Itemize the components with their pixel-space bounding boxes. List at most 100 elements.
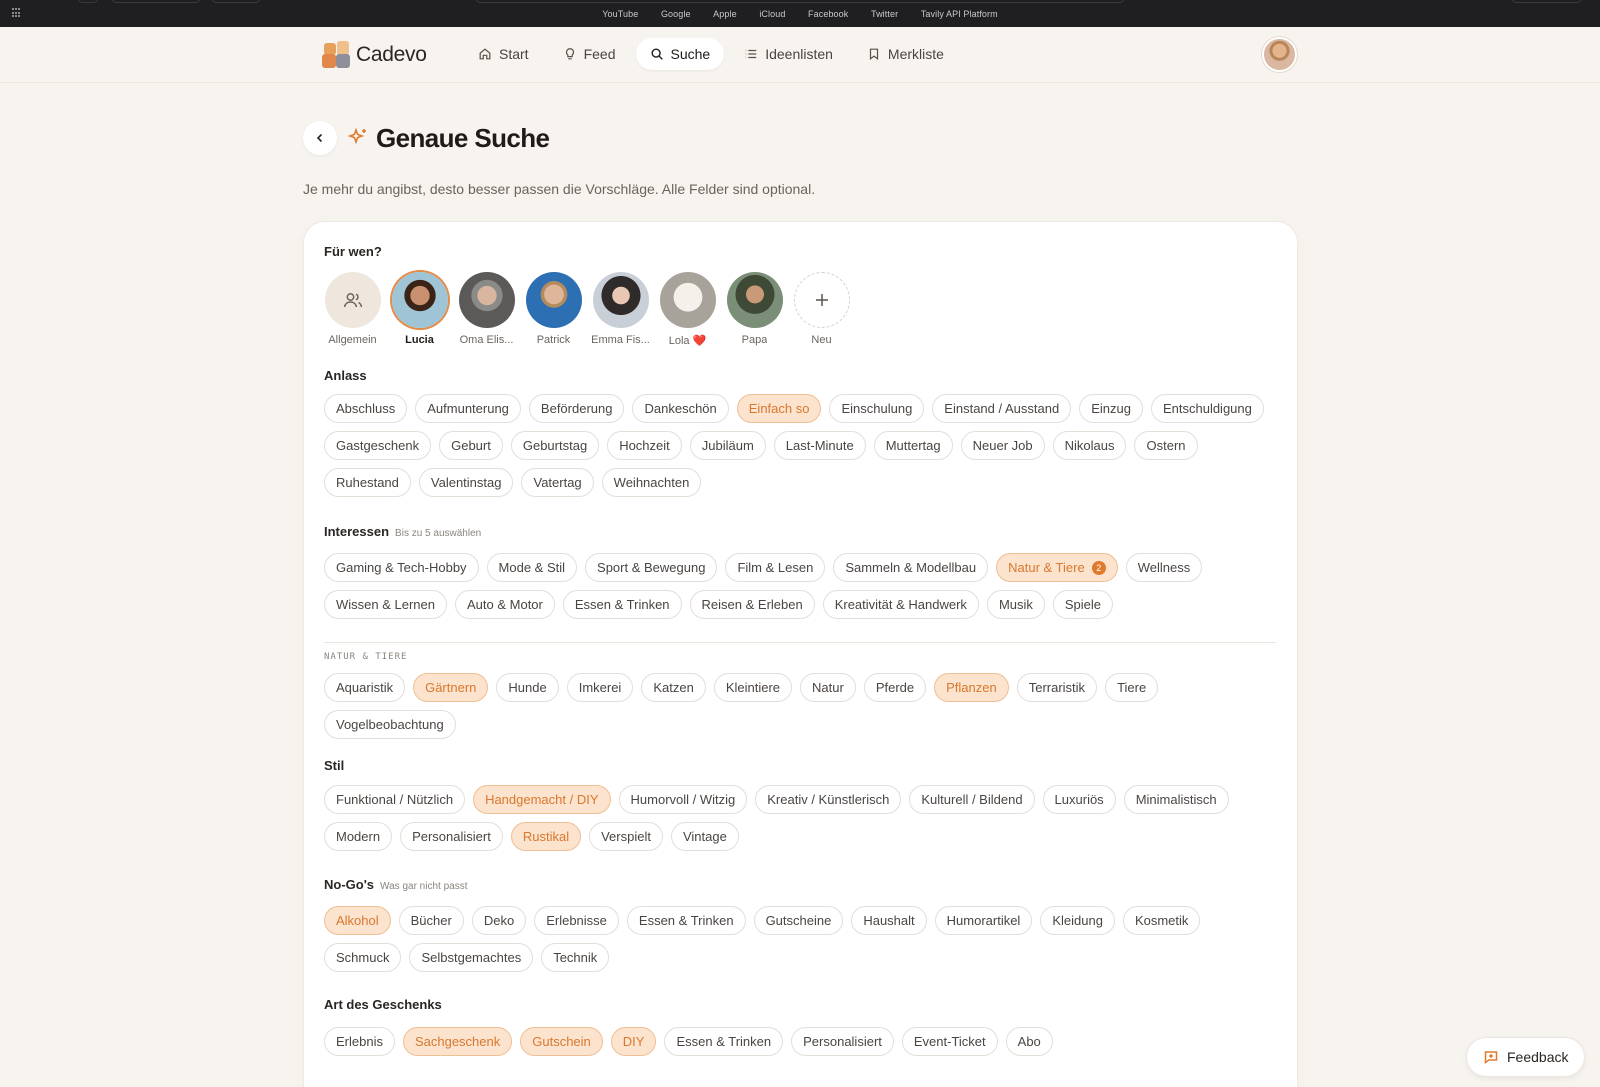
chip-pferde[interactable]: Pferde: [863, 673, 927, 702]
chip-humorartikel[interactable]: Humorartikel: [934, 906, 1033, 935]
recipient-add-new[interactable]: Neu: [793, 272, 850, 347]
chip-dankeschon[interactable]: Dankeschön: [632, 394, 729, 423]
chip-personalisiert[interactable]: Personalisiert: [400, 822, 503, 851]
user-avatar[interactable]: [1262, 37, 1297, 72]
bookmark-tavily[interactable]: Tavily API Platform: [921, 9, 998, 19]
recipient-lola[interactable]: Lola ❤️: [659, 272, 716, 347]
recipient-allgemein[interactable]: Allgemein: [324, 272, 381, 347]
chip-gartnern[interactable]: Gärtnern: [413, 673, 489, 702]
chip-kreativitat-handwerk[interactable]: Kreativität & Handwerk: [822, 590, 979, 619]
chip-einschulung[interactable]: Einschulung: [829, 394, 925, 423]
chip-beforderung[interactable]: Beförderung: [528, 394, 625, 423]
chip-musik[interactable]: Musik: [986, 590, 1045, 619]
chip-deko[interactable]: Deko: [471, 906, 527, 935]
chip-gaming-tech-hobby[interactable]: Gaming & Tech-Hobby: [324, 553, 479, 582]
chip-ostern[interactable]: Ostern: [1134, 431, 1198, 460]
chip-ruhestand[interactable]: Ruhestand: [324, 468, 411, 497]
feedback-button[interactable]: Feedback: [1466, 1037, 1586, 1077]
chip-verspielt[interactable]: Verspielt: [589, 822, 663, 851]
bookmark-youtube[interactable]: YouTube: [602, 9, 638, 19]
chip-aufmunterung[interactable]: Aufmunterung: [415, 394, 521, 423]
recipient-lucia[interactable]: Lucia: [391, 272, 448, 347]
logo[interactable]: Cadevo: [322, 41, 427, 69]
chip-film-lesen[interactable]: Film & Lesen: [725, 553, 826, 582]
chip-natur[interactable]: Natur: [800, 673, 856, 702]
nav-feed[interactable]: Feed: [549, 38, 630, 70]
chip-humorvoll-witzig[interactable]: Humorvoll / Witzig: [618, 785, 748, 814]
chip-event-ticket[interactable]: Event-Ticket: [901, 1027, 998, 1056]
chip-wissen-lernen[interactable]: Wissen & Lernen: [324, 590, 447, 619]
chip-gutscheine[interactable]: Gutscheine: [753, 906, 844, 935]
chip-essen-trinken[interactable]: Essen & Trinken: [664, 1027, 784, 1056]
chip-technik[interactable]: Technik: [541, 943, 610, 972]
bookmark-google[interactable]: Google: [661, 9, 691, 19]
chip-abo[interactable]: Abo: [1005, 1027, 1053, 1056]
chip-wellness[interactable]: Wellness: [1125, 553, 1203, 582]
chip-geburtstag[interactable]: Geburtstag: [510, 431, 600, 460]
recipient-oma[interactable]: Oma Elis...: [458, 272, 515, 347]
chip-geburt[interactable]: Geburt: [439, 431, 503, 460]
chip-einzug[interactable]: Einzug: [1079, 394, 1143, 423]
chip-selbstgemachtes[interactable]: Selbstgemachtes: [409, 943, 534, 972]
chip-handgemacht-diy[interactable]: Handgemacht / DIY: [473, 785, 611, 814]
chip-jubilaum[interactable]: Jubiläum: [689, 431, 766, 460]
chip-natur-tiere[interactable]: Natur & Tiere 2: [996, 553, 1118, 582]
chip-abschluss[interactable]: Abschluss: [324, 394, 408, 423]
chip-vintage[interactable]: Vintage: [670, 822, 739, 851]
chip-schmuck[interactable]: Schmuck: [324, 943, 402, 972]
chip-haushalt[interactable]: Haushalt: [851, 906, 927, 935]
chip-erlebnisse[interactable]: Erlebnisse: [534, 906, 619, 935]
chip-einstand-ausstand[interactable]: Einstand / Ausstand: [932, 394, 1072, 423]
chip-pflanzen[interactable]: Pflanzen: [934, 673, 1009, 702]
chip-entschuldigung[interactable]: Entschuldigung: [1150, 394, 1264, 423]
chip-aquaristik[interactable]: Aquaristik: [324, 673, 406, 702]
bookmark-icloud[interactable]: iCloud: [759, 9, 785, 19]
chip-neuer-job[interactable]: Neuer Job: [960, 431, 1045, 460]
chip-rustikal[interactable]: Rustikal: [510, 822, 582, 851]
chip-minimalistisch[interactable]: Minimalistisch: [1123, 785, 1229, 814]
chip-auto-motor[interactable]: Auto & Motor: [455, 590, 555, 619]
chip-kleintiere[interactable]: Kleintiere: [713, 673, 793, 702]
chip-luxurios[interactable]: Luxuriös: [1042, 785, 1116, 814]
chip-funktional-nutzlich[interactable]: Funktional / Nützlich: [324, 785, 466, 814]
recipient-papa[interactable]: Papa: [726, 272, 783, 347]
bookmark-facebook[interactable]: Facebook: [808, 9, 848, 19]
chip-reisen-erleben[interactable]: Reisen & Erleben: [689, 590, 815, 619]
recipient-patrick[interactable]: Patrick: [525, 272, 582, 347]
chip-bucher[interactable]: Bücher: [398, 906, 464, 935]
bookmark-twitter[interactable]: Twitter: [871, 9, 898, 19]
chip-sammeln-modellbau[interactable]: Sammeln & Modellbau: [833, 553, 989, 582]
chip-tiere[interactable]: Tiere: [1105, 673, 1159, 702]
chip-hunde[interactable]: Hunde: [496, 673, 559, 702]
nav-ideenlisten[interactable]: Ideenlisten: [730, 38, 847, 70]
chip-personalisiert[interactable]: Personalisiert: [791, 1027, 894, 1056]
chip-spiele[interactable]: Spiele: [1052, 590, 1114, 619]
chip-sport-bewegung[interactable]: Sport & Bewegung: [585, 553, 718, 582]
chip-erlebnis[interactable]: Erlebnis: [324, 1027, 395, 1056]
chip-essen-trinken[interactable]: Essen & Trinken: [562, 590, 682, 619]
chip-kosmetik[interactable]: Kosmetik: [1122, 906, 1201, 935]
chip-kulturell-bildend[interactable]: Kulturell / Bildend: [909, 785, 1035, 814]
chip-sachgeschenk[interactable]: Sachgeschenk: [402, 1027, 513, 1056]
chip-valentinstag[interactable]: Valentinstag: [418, 468, 514, 497]
chip-vogelbeobachtung[interactable]: Vogelbeobachtung: [324, 710, 456, 739]
back-button[interactable]: [303, 121, 337, 155]
chip-weihnachten[interactable]: Weihnachten: [601, 468, 702, 497]
nav-start[interactable]: Start: [464, 38, 543, 70]
recipient-emma[interactable]: Emma Fis...: [591, 272, 650, 347]
chip-gastgeschenk[interactable]: Gastgeschenk: [324, 431, 432, 460]
chip-kreativ-kunstlerisch[interactable]: Kreativ / Künstlerisch: [755, 785, 902, 814]
chip-mode-stil[interactable]: Mode & Stil: [486, 553, 578, 582]
chip-katzen[interactable]: Katzen: [641, 673, 706, 702]
chip-gutschein[interactable]: Gutschein: [520, 1027, 603, 1056]
chip-nikolaus[interactable]: Nikolaus: [1052, 431, 1127, 460]
chip-hochzeit[interactable]: Hochzeit: [607, 431, 682, 460]
chip-terraristik[interactable]: Terraristik: [1016, 673, 1098, 702]
chip-alkohol[interactable]: Alkohol: [324, 906, 391, 935]
chip-diy[interactable]: DIY: [610, 1027, 657, 1056]
chip-vatertag[interactable]: Vatertag: [521, 468, 594, 497]
chip-muttertag[interactable]: Muttertag: [873, 431, 953, 460]
chip-imkerei[interactable]: Imkerei: [566, 673, 634, 702]
nav-merkliste[interactable]: Merkliste: [853, 38, 958, 70]
chip-einfach-so[interactable]: Einfach so: [736, 394, 822, 423]
